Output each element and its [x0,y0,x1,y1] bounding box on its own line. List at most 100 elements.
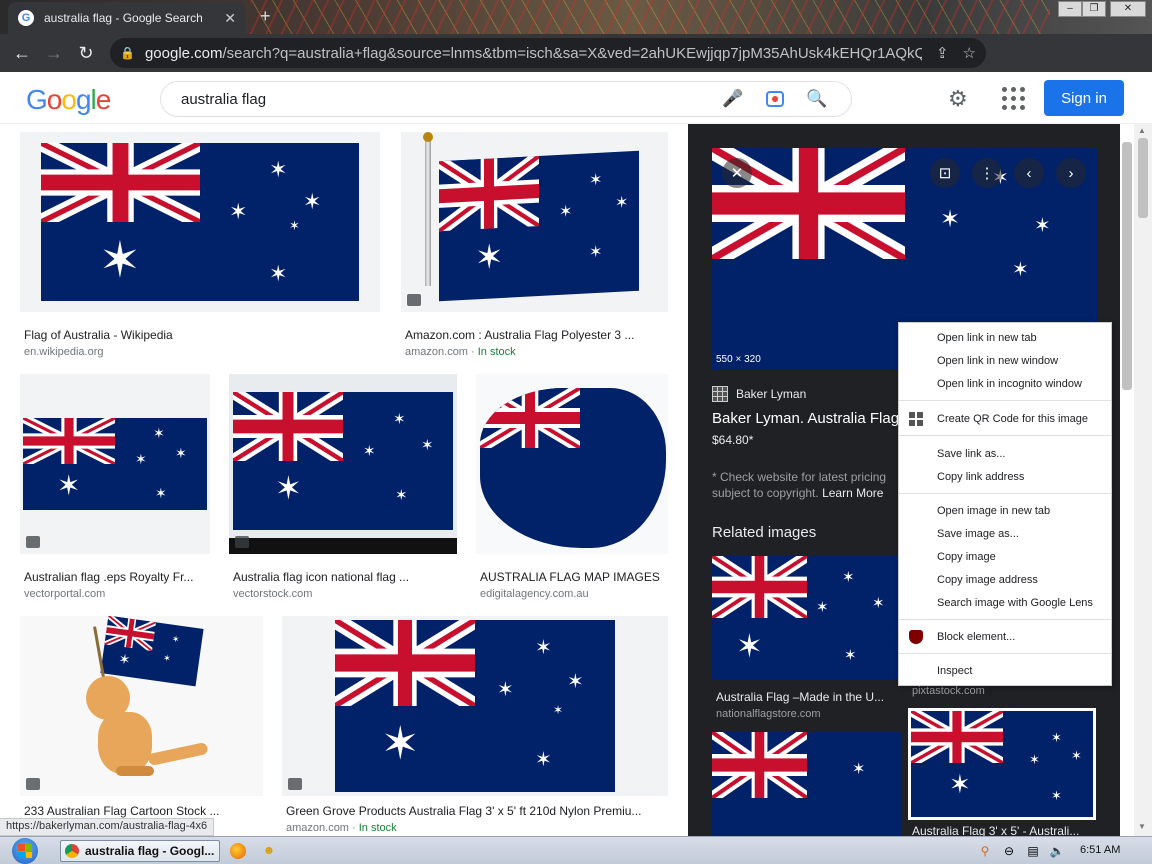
page-scrollbar[interactable]: ▲ ▼ [1120,124,1152,836]
related-image-card[interactable]: ✶ ✶ ✶ ✶ ✶ Australia Flag –Made in the U.… [712,556,902,726]
taskbar-chrome-window[interactable]: australia flag - Googl... [60,840,220,862]
menu-create-qr-code[interactable]: Create QR Code for this image [899,408,1111,430]
related-source: pixtastock.com [912,685,985,697]
search-tray-icon[interactable]: ⚲ [978,844,992,858]
result-thumbnail[interactable]: ✶ ✶ ✶ ✶ ✶ [476,374,668,554]
result-title[interactable]: 233 Australian Flag Cartoon Stock ... [24,804,262,818]
result-title[interactable]: AUSTRALIA FLAG MAP IMAGES [480,570,668,584]
result-card[interactable]: ✶ ✶ ✶ 233 Australian Flag Cartoon Stock … [20,616,263,836]
result-title[interactable]: Green Grove Products Australia Flag 3' x… [286,804,666,818]
new-tab-icon[interactable]: + [260,6,271,27]
menu-inspect[interactable]: Inspect [899,660,1111,682]
volume-icon[interactable]: 🔈 [1050,844,1065,858]
result-title[interactable]: Flag of Australia - Wikipedia [24,328,374,342]
result-title[interactable]: Amazon.com : Australia Flag Polyester 3 … [405,328,665,342]
forward-icon[interactable]: → [38,37,70,69]
more-options-icon[interactable]: ⋮ [972,158,1002,188]
menu-save-image-as[interactable]: Save image as... [899,523,1111,545]
panel-scroll-thumb[interactable] [1122,142,1132,390]
previous-image-icon[interactable]: ‹ [1014,158,1044,188]
related-flag-image[interactable]: ✶ [712,732,902,836]
menu-open-link-new-tab[interactable]: Open link in new tab [899,327,1111,349]
google-apps-icon[interactable] [1000,85,1025,110]
printer-tray-icon[interactable]: ▤ [1026,844,1040,858]
result-thumbnail[interactable]: ✶ ✶ ✶ ✶ ✶ [401,132,668,312]
australia-flag-image: ✶ ✶ ✶ ✶ ✶ ✶ [335,620,615,792]
share-icon[interactable]: ⇪ [936,44,949,62]
menu-copy-image[interactable]: Copy image [899,546,1111,568]
minimize-window-button[interactable]: – [1058,1,1082,17]
messenger-icon[interactable]: ☻ [262,843,276,857]
result-card[interactable]: ✶ ✶ ✶ ✶ ✶ ✶ Flag of Australia - Wikipedi… [20,132,380,358]
scroll-up-icon[interactable]: ▲ [1138,126,1146,135]
result-title[interactable]: Australia flag icon national flag ... [233,570,455,584]
sign-in-button[interactable]: Sign in [1044,80,1124,116]
scroll-down-icon[interactable]: ▼ [1138,822,1146,831]
close-preview-icon[interactable]: ✕ [722,158,752,188]
menu-copy-image-address[interactable]: Copy image address [899,569,1111,591]
start-button[interactable] [2,837,48,864]
lens-search-icon[interactable]: ⊡ [930,158,960,188]
taskbar-clock[interactable]: 6:51 AM [1080,844,1120,856]
browser-tab[interactable]: G australia flag - Google Search ✕ [8,2,246,34]
result-thumbnail[interactable]: ✶ ✶ ✶ [20,616,263,796]
menu-save-link-as[interactable]: Save link as... [899,443,1111,465]
google-logo[interactable]: Google [26,84,111,116]
result-card[interactable]: ✶ ✶ ✶ ✶ ✶ Australian flag .eps Royalty F… [20,374,210,600]
result-card[interactable]: ✶ ✶ ✶ ✶ ✶ AUSTRALIA FLAG MAP IMAGES edig… [476,374,668,600]
copyright-note: * Check website for latest pricing subje… [712,470,887,500]
related-flag-image[interactable]: ✶ ✶ ✶ ✶ ✶ [712,556,902,680]
google-lens-icon[interactable] [761,85,789,113]
address-bar[interactable]: 🔒 google.com/search?q=australia+flag&sou… [110,38,986,68]
search-input[interactable] [181,90,705,108]
related-title[interactable]: Australia Flag 3' x 5' - Australi... [912,824,1079,836]
back-icon[interactable]: ← [6,37,38,69]
menu-copy-link-address[interactable]: Copy link address [899,466,1111,488]
menu-open-image-new-tab[interactable]: Open image in new tab [899,500,1111,522]
settings-gear-icon[interactable]: ⚙ [948,86,968,112]
result-source: amazon.com · In stock [286,822,397,834]
firefox-icon[interactable] [230,843,246,859]
related-image-card[interactable]: ✶ [712,732,902,836]
result-card[interactable]: ✶ ✶ ✶ ✶ ✶ Amazon.com : Australia Flag Po… [401,132,668,358]
result-thumbnail[interactable]: ✶ ✶ ✶ ✶ ✶ ✶ [20,132,380,312]
related-flag-image[interactable]: ✶ ✶ ✶ ✶ ✶ [908,708,1096,820]
result-card[interactable]: ✶ ✶ ✶ ✶ ✶ Australia flag icon national f… [229,374,457,600]
preview-title[interactable]: Baker Lyman. Australia Flag [712,410,899,427]
reload-icon[interactable]: ↻ [70,37,102,69]
context-menu: Open link in new tab Open link in new wi… [898,322,1112,686]
bookmark-star-icon[interactable]: ☆ [963,44,976,62]
result-source: vectorstock.com [233,588,313,600]
search-icon[interactable]: 🔍 [803,85,831,113]
window-titlebar: G australia flag - Google Search ✕ + – ❐… [0,0,1152,34]
result-card[interactable]: ✶ ✶ ✶ ✶ ✶ ✶ Green Grove Products Austral… [282,616,668,836]
image-badge-icon [26,778,40,790]
network-tray-icon[interactable]: ⊖ [1002,844,1016,858]
close-window-button[interactable]: ✕ [1110,1,1146,17]
site-favicon-icon [712,386,728,402]
result-title[interactable]: Australian flag .eps Royalty Fr... [24,570,208,584]
next-image-icon[interactable]: › [1056,158,1086,188]
page-scroll-thumb[interactable] [1138,138,1148,218]
result-thumbnail[interactable]: ✶ ✶ ✶ ✶ ✶ ✶ [282,616,668,796]
menu-open-link-incognito[interactable]: Open link in incognito window [899,373,1111,395]
source-site[interactable]: Baker Lyman [712,386,806,402]
close-tab-icon[interactable]: ✕ [224,10,236,27]
url-text: google.com/search?q=australia+flag&sourc… [144,44,922,62]
lock-icon[interactable]: 🔒 [120,46,135,60]
related-title[interactable]: Australia Flag –Made in the U... [716,690,884,704]
result-thumbnail[interactable]: ✶ ✶ ✶ ✶ ✶ [20,374,210,554]
related-images-heading: Related images [712,524,817,541]
preview-price: $64.80* [712,433,754,447]
maximize-window-button[interactable]: ❐ [1082,1,1106,17]
related-image-card[interactable]: ✶ ✶ ✶ ✶ ✶ Australia Flag 3' x 5' - Austr… [908,708,1096,836]
result-thumbnail[interactable]: ✶ ✶ ✶ ✶ ✶ [229,374,457,554]
learn-more-link[interactable]: Learn More [822,486,883,500]
menu-block-element[interactable]: Block element... [899,626,1111,648]
menu-search-google-lens[interactable]: Search image with Google Lens [899,592,1111,614]
product-tag-icon [288,778,302,790]
scroll-track[interactable] [1134,124,1152,836]
image-results-grid: ✶ ✶ ✶ ✶ ✶ ✶ Flag of Australia - Wikipedi… [0,124,688,836]
menu-open-link-new-window[interactable]: Open link in new window [899,350,1111,372]
microphone-icon[interactable]: 🎤 [719,85,747,113]
